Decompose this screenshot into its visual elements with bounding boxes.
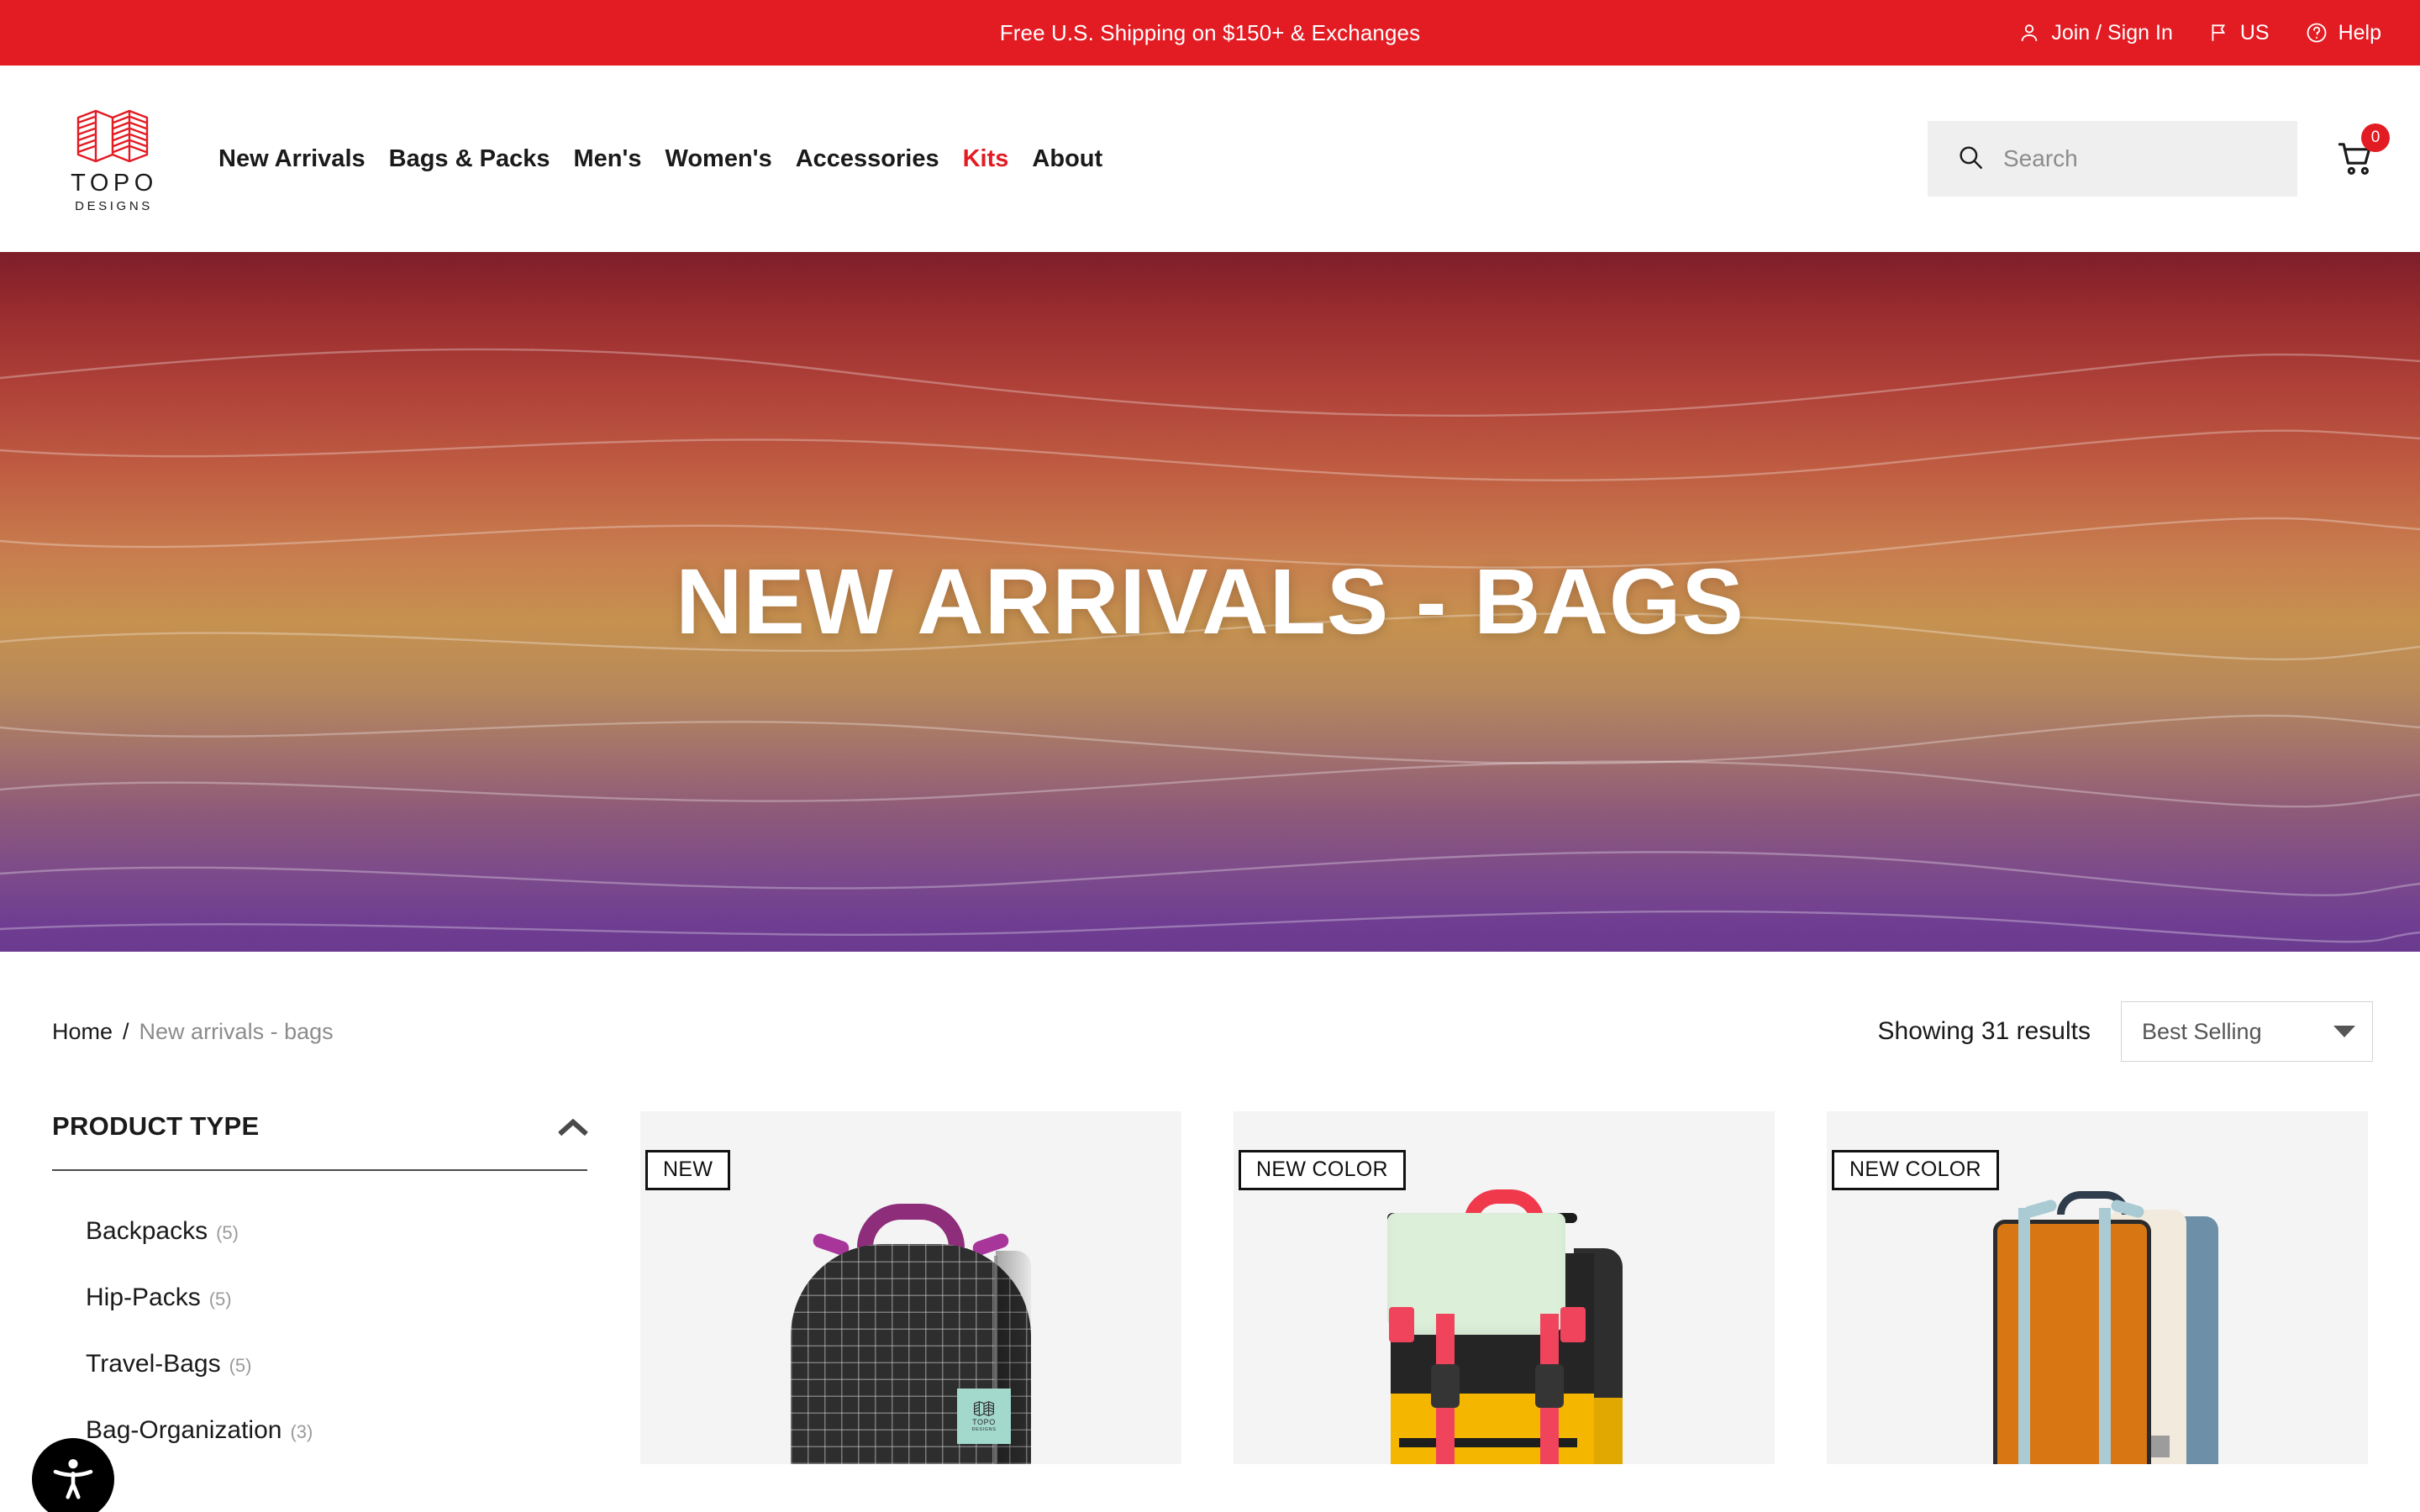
cart-button[interactable]: 0 — [2331, 123, 2390, 184]
filter-option-count: (5) — [229, 1355, 252, 1376]
region-label: US — [2239, 20, 2270, 45]
folded-map-icon — [76, 109, 149, 162]
breadcrumb: Home / New arrivals - bags — [52, 1019, 334, 1045]
patch-brand-top: TOPO — [972, 1417, 996, 1426]
catalog-content: PRODUCT TYPE Backpacks (5) Hip-Packs (5)… — [0, 1111, 2420, 1483]
site-header: TOPO DESIGNS New Arrivals Bags & Packs M… — [0, 66, 2420, 252]
breadcrumb-current: New arrivals - bags — [139, 1018, 334, 1044]
filter-option-backpacks[interactable]: Backpacks (5) — [86, 1217, 594, 1246]
product-grid: NEW TOPO DESIGNS NEW COLOR NEW COLOR — [640, 1111, 2420, 1483]
brand-logo[interactable]: TOPO DESIGNS — [71, 106, 153, 213]
brand-name-bottom: DESIGNS — [75, 198, 153, 213]
filter-option-count: (3) — [290, 1421, 313, 1442]
product-card[interactable]: NEW COLOR — [1827, 1111, 2368, 1464]
nav-item-kits[interactable]: Kits — [951, 145, 1021, 173]
patch-brand-bottom: DESIGNS — [971, 1426, 997, 1432]
account-link-label: Join / Sign In — [2051, 20, 2173, 45]
filter-option-label: Backpacks — [86, 1217, 208, 1245]
brand-name-top: TOPO — [71, 169, 158, 197]
filter-divider — [52, 1169, 587, 1171]
results-count: Showing 31 results — [1877, 1017, 2091, 1045]
filter-option-label: Bag-Organization — [86, 1416, 282, 1444]
header-actions: 0 — [1928, 121, 2390, 197]
breadcrumb-separator: / — [123, 1018, 129, 1044]
product-badge: NEW COLOR — [1832, 1150, 1999, 1191]
promo-bar: Free U.S. Shipping on $150+ & Exchanges … — [0, 0, 2420, 66]
filter-group-title: PRODUCT TYPE — [52, 1111, 260, 1141]
breadcrumb-home[interactable]: Home — [52, 1019, 113, 1045]
product-card[interactable]: NEW COLOR — [1234, 1111, 1775, 1464]
filter-option-count: (5) — [216, 1222, 239, 1243]
folded-map-icon — [974, 1400, 994, 1416]
filter-option-label: Hip-Packs — [86, 1284, 201, 1311]
search-input[interactable] — [2003, 145, 2297, 172]
product-badge: NEW COLOR — [1239, 1150, 1406, 1191]
search-icon — [1956, 143, 1985, 176]
chevron-down-icon — [2333, 1026, 2355, 1037]
nav-item-accessories[interactable]: Accessories — [784, 145, 951, 173]
account-link[interactable]: Join / Sign In — [2018, 21, 2173, 45]
promo-message: Free U.S. Shipping on $150+ & Exchanges — [999, 19, 1421, 45]
accessibility-widget-button[interactable] — [32, 1438, 114, 1512]
sort-dropdown-value: Best Selling — [2142, 1018, 2262, 1044]
question-circle-icon — [2305, 21, 2328, 45]
help-link-label: Help — [2338, 20, 2381, 45]
cart-count-badge: 0 — [2361, 123, 2390, 152]
flag-icon — [2208, 21, 2230, 45]
filter-option-count: (5) — [208, 1289, 232, 1310]
results-sort-area: Showing 31 results Best Selling — [1878, 1001, 2373, 1062]
page-title: NEW ARRIVALS - BAGS — [676, 550, 1744, 654]
region-selector[interactable]: US — [2208, 21, 2270, 45]
nav-item-womens[interactable]: Women's — [653, 145, 783, 173]
nav-item-about[interactable]: About — [1020, 145, 1114, 173]
product-card[interactable]: NEW TOPO DESIGNS — [640, 1111, 1181, 1464]
filter-option-hip-packs[interactable]: Hip-Packs (5) — [86, 1284, 594, 1312]
user-icon — [2018, 21, 2041, 45]
breadcrumb-toolbar-row: Home / New arrivals - bags Showing 31 re… — [0, 952, 2420, 1111]
filter-sidebar: PRODUCT TYPE Backpacks (5) Hip-Packs (5)… — [52, 1111, 640, 1483]
filter-group-header[interactable]: PRODUCT TYPE — [52, 1111, 594, 1142]
help-link[interactable]: Help — [2305, 21, 2381, 45]
nav-item-new-arrivals[interactable]: New Arrivals — [207, 145, 377, 173]
hero-banner: NEW ARRIVALS - BAGS — [0, 252, 2420, 952]
sort-dropdown[interactable]: Best Selling — [2121, 1001, 2373, 1062]
chevron-up-icon[interactable] — [559, 1117, 587, 1136]
nav-item-bags-packs[interactable]: Bags & Packs — [377, 145, 562, 173]
filter-option-travel-bags[interactable]: Travel-Bags (5) — [86, 1350, 594, 1378]
product-badge: NEW — [645, 1150, 731, 1191]
nav-item-mens[interactable]: Men's — [561, 145, 653, 173]
accessibility-person-icon — [53, 1459, 93, 1499]
filter-option-label: Travel-Bags — [86, 1350, 221, 1378]
promo-utility-links: Join / Sign In US Help — [2018, 0, 2381, 66]
filter-option-bag-organization[interactable]: Bag-Organization (3) — [86, 1416, 594, 1445]
search-box[interactable] — [1928, 121, 2297, 197]
main-navigation: New Arrivals Bags & Packs Men's Women's … — [207, 145, 1928, 173]
filter-options-list: Backpacks (5) Hip-Packs (5) Travel-Bags … — [52, 1217, 594, 1445]
